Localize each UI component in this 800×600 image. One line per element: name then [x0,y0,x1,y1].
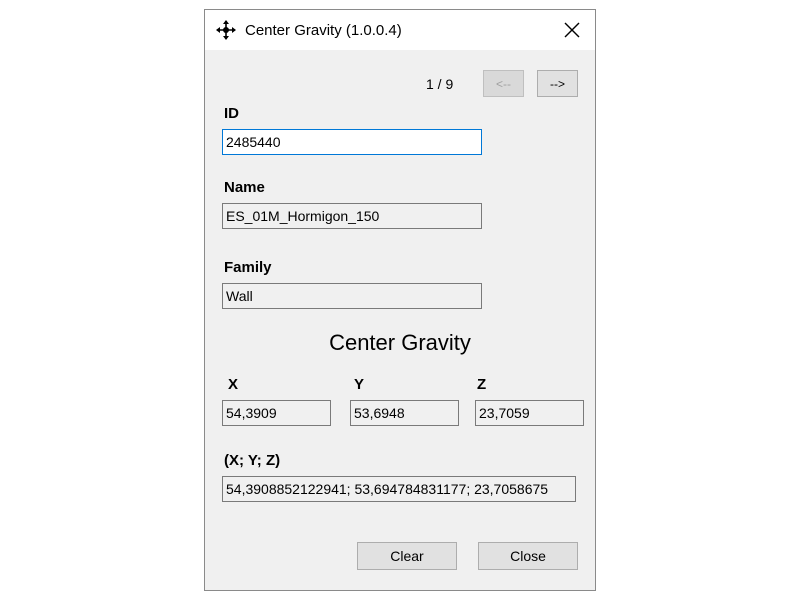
id-label: ID [224,105,239,122]
next-button[interactable]: --> [537,70,578,97]
family-label: Family [224,259,272,276]
title-bar[interactable]: Center Gravity (1.0.0.4) [205,10,595,50]
z-field[interactable]: 23,7059 [475,400,584,426]
id-field[interactable]: 2485440 [222,129,482,155]
window-title: Center Gravity (1.0.0.4) [245,22,402,39]
clear-button[interactable]: Clear [357,542,457,570]
x-field[interactable]: 54,3909 [222,400,331,426]
x-label: X [228,376,239,393]
name-field[interactable]: ES_01M_Hormigon_150 [222,203,482,229]
close-button[interactable]: Close [478,542,578,570]
xyz-label: (X; Y; Z) [224,452,281,469]
record-counter: 1 / 9 [426,76,454,92]
z-label: Z [477,376,487,393]
center-gravity-dialog: Center Gravity (1.0.0.4) 1 / 9 <-- --> I… [204,9,596,591]
move-cross-icon [216,20,236,40]
center-gravity-heading: Center Gravity [329,330,471,355]
close-window-icon[interactable] [559,17,585,43]
family-field[interactable]: Wall [222,283,482,309]
previous-button[interactable]: <-- [483,70,524,97]
y-label: Y [354,376,365,393]
name-label: Name [224,179,265,196]
xyz-field[interactable]: 54,3908852122941; 53,694784831177; 23,70… [222,476,576,502]
y-field[interactable]: 53,6948 [350,400,459,426]
